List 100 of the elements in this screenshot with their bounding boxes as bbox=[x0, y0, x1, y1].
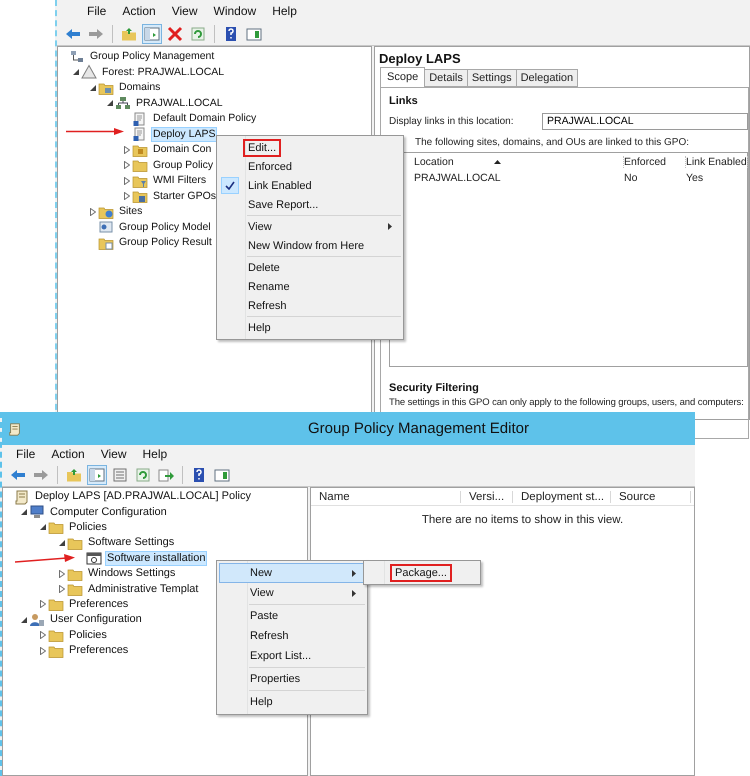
tree-item[interactable]: Sites bbox=[117, 204, 144, 220]
folder-up-icon bbox=[66, 466, 82, 482]
scroll-icon bbox=[14, 488, 30, 505]
menu-bar-item[interactable]: Action bbox=[114, 4, 164, 18]
tab[interactable]: Settings bbox=[466, 69, 517, 87]
column-header[interactable]: Link Enabled bbox=[686, 156, 748, 168]
user-icon bbox=[29, 612, 45, 628]
triangle-icon bbox=[81, 64, 97, 80]
menu-item[interactable]: Enforced bbox=[219, 157, 401, 176]
tree-item[interactable]: Software installation bbox=[105, 550, 208, 566]
menu-item[interactable]: New Window from Here bbox=[219, 236, 401, 255]
tree-item[interactable]: Deploy LAPS [AD.PRAJWAL.LOCAL] Policy bbox=[33, 489, 254, 504]
window-icon bbox=[214, 466, 230, 482]
tree-item[interactable]: Group Policy Model bbox=[117, 220, 213, 235]
section-heading: Security Filtering bbox=[389, 382, 480, 394]
tree-item[interactable]: Group Policy bbox=[151, 158, 216, 173]
menu-item[interactable]: Properties bbox=[219, 669, 365, 689]
menu-bar-item[interactable]: View bbox=[92, 447, 134, 461]
menu-item[interactable]: Paste bbox=[219, 606, 365, 626]
console-tree-button[interactable] bbox=[142, 24, 162, 44]
menu-item[interactable]: Export List... bbox=[219, 646, 365, 666]
network-icon bbox=[115, 95, 131, 112]
tree-item[interactable]: Forest: PRAJWAL.LOCAL bbox=[100, 64, 226, 80]
menu-item[interactable]: Link Enabled bbox=[219, 176, 401, 195]
tree-item[interactable]: Windows Settings bbox=[86, 566, 178, 582]
menu-bar-item[interactable]: View bbox=[164, 4, 206, 18]
collapse-icon[interactable] bbox=[72, 69, 78, 76]
tree-item[interactable]: Software Settings bbox=[86, 535, 176, 550]
menu-bar-item[interactable]: File bbox=[79, 4, 114, 18]
tree-item[interactable]: Preferences bbox=[67, 596, 130, 612]
menu-bar-item[interactable]: Help bbox=[134, 447, 176, 461]
expand-icon[interactable] bbox=[40, 646, 46, 655]
menu-bar-item[interactable]: Window bbox=[206, 4, 264, 18]
tab[interactable]: Details bbox=[424, 69, 468, 87]
expand-icon[interactable] bbox=[124, 146, 130, 154]
tree-item[interactable]: Domains bbox=[117, 80, 162, 96]
tree-item[interactable]: Administrative Templat bbox=[86, 582, 200, 597]
menu-item[interactable]: Help bbox=[219, 318, 401, 337]
collapse-icon[interactable] bbox=[20, 616, 26, 623]
expand-icon[interactable] bbox=[58, 585, 64, 594]
table-cell-text: No bbox=[624, 172, 638, 184]
collapse-icon[interactable] bbox=[20, 509, 26, 516]
console-tree-button[interactable] bbox=[87, 464, 107, 484]
collapse-icon[interactable] bbox=[106, 100, 112, 106]
tree-item[interactable]: Group Policy Management bbox=[88, 49, 216, 64]
location-field[interactable]: PRAJWAL.LOCAL bbox=[542, 113, 748, 130]
expand-icon[interactable] bbox=[124, 176, 130, 185]
expand-icon[interactable] bbox=[58, 570, 64, 578]
folder-up-icon bbox=[121, 26, 137, 42]
menu-item[interactable]: Rename bbox=[219, 277, 401, 296]
tree-item[interactable]: Policies bbox=[67, 520, 109, 535]
column-header[interactable]: Name bbox=[311, 490, 461, 502]
tab[interactable]: Scope bbox=[380, 67, 426, 87]
pointer-arrow-icon bbox=[15, 552, 75, 564]
tree-item[interactable]: Group Policy Result bbox=[117, 235, 214, 250]
menu-item[interactable]: View bbox=[219, 583, 365, 603]
expand-icon[interactable] bbox=[40, 600, 46, 608]
tree-item[interactable]: Deploy LAPS bbox=[151, 126, 218, 142]
menu-item[interactable]: View bbox=[219, 217, 401, 236]
list-icon bbox=[112, 466, 128, 482]
help-icon bbox=[191, 466, 207, 482]
window-title: Group Policy Management Editor bbox=[307, 420, 530, 437]
menu-item[interactable]: Help bbox=[219, 692, 365, 712]
pane-icon bbox=[144, 26, 160, 42]
tree-item[interactable]: User Configuration bbox=[48, 612, 144, 628]
tree-item[interactable]: Default Domain Policy bbox=[151, 111, 258, 126]
export-icon bbox=[158, 466, 174, 482]
column-header[interactable]: Versi... bbox=[461, 490, 513, 502]
expand-icon[interactable] bbox=[90, 208, 96, 216]
expand-icon[interactable] bbox=[40, 631, 46, 640]
tree-item[interactable]: PRAJWAL.LOCAL bbox=[134, 96, 225, 111]
tab[interactable]: Delegation bbox=[516, 69, 578, 87]
menu-item[interactable]: Delete bbox=[219, 258, 401, 277]
menu-bar-item[interactable]: Help bbox=[264, 4, 305, 18]
collapse-icon[interactable] bbox=[58, 540, 64, 546]
column-header[interactable]: Source bbox=[611, 490, 691, 502]
tree-item[interactable]: Computer Configuration bbox=[48, 504, 169, 520]
collapse-icon[interactable] bbox=[90, 84, 96, 91]
close-icon bbox=[167, 26, 183, 42]
tree-item[interactable]: Preferences bbox=[67, 643, 130, 658]
window-icon bbox=[246, 26, 262, 42]
tree-item[interactable]: Policies bbox=[67, 628, 109, 643]
menu-bar-item[interactable]: File bbox=[8, 447, 44, 461]
tree-item[interactable]: Domain Con bbox=[151, 142, 214, 158]
expand-icon[interactable] bbox=[124, 161, 130, 170]
sort-icon bbox=[494, 160, 501, 164]
expand-icon[interactable] bbox=[124, 192, 130, 200]
tree-item[interactable]: Starter GPOs bbox=[151, 188, 218, 204]
collapse-icon[interactable] bbox=[40, 524, 46, 530]
column-header[interactable]: Location bbox=[414, 156, 624, 168]
menu-bar-item[interactable]: Action bbox=[43, 447, 93, 461]
column-header[interactable]: Enforced bbox=[624, 156, 686, 168]
tree-item[interactable]: WMI Filters bbox=[151, 173, 208, 188]
column-header[interactable]: Deployment st... bbox=[513, 490, 611, 502]
help-icon bbox=[223, 26, 239, 42]
menu-item[interactable]: Save Report... bbox=[219, 195, 401, 214]
menu-item[interactable]: New bbox=[219, 563, 365, 583]
menu-item[interactable]: Refresh bbox=[219, 296, 401, 315]
menu-item[interactable]: Edit... bbox=[219, 138, 401, 157]
menu-item[interactable]: Refresh bbox=[219, 626, 365, 646]
